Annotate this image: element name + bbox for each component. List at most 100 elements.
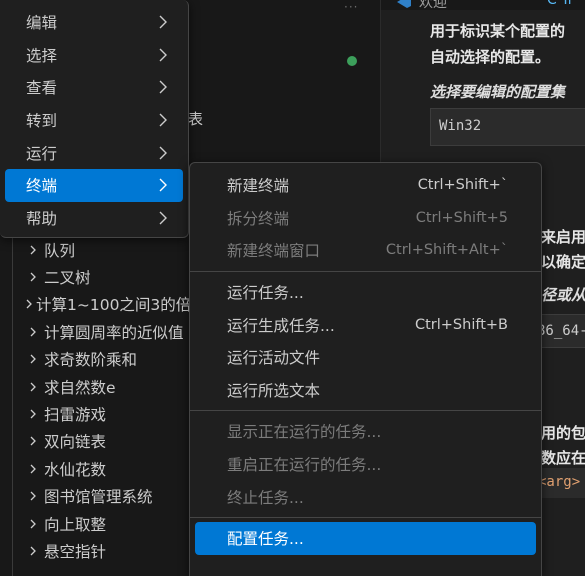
menu-item-run-task[interactable]: 运行任务... (195, 276, 536, 309)
chevron-right-icon (24, 323, 42, 341)
tree-item-folder[interactable]: 扫雷游戏 (0, 400, 190, 427)
tab-c-file[interactable]: C Tr (547, 0, 573, 8)
setting-heading: 选择要编辑的配置集 (430, 83, 566, 101)
tree-item-label: 向上取整 (44, 515, 107, 534)
menu-item-run-selected-text[interactable]: 运行所选文本 (195, 374, 536, 407)
configuration-select[interactable]: Win32 (430, 108, 585, 146)
tree-item-folder[interactable]: 队列 (0, 236, 190, 263)
menu-item-restart-running-task[interactable]: 重启正在运行的任务... (195, 448, 536, 481)
explorer-tree: 队列 二叉树 计算1~100之间3的倍 计算圆周率的近似值 求奇数阶乘和 求自然… (0, 236, 190, 576)
chevron-right-icon (24, 295, 34, 313)
menu-item-label: 新建终端窗口 (227, 242, 321, 261)
menu-item-label: 拆分终端 (227, 209, 290, 228)
chevron-right-icon (24, 241, 42, 259)
tree-item-folder[interactable]: 计算1~100之间3的倍 (0, 291, 190, 318)
menu-separator (190, 410, 541, 412)
menu-item-label: 查看 (26, 79, 58, 98)
status-dot-icon (347, 56, 357, 66)
menu-item-terminal[interactable]: 终端 (5, 168, 183, 202)
menu-item-edit[interactable]: 编辑 (5, 6, 183, 39)
setting-description: 用的包 (541, 424, 585, 442)
menu-item-run-build-task[interactable]: 运行生成任务... Ctrl+Shift+B (195, 308, 536, 341)
menu-item-split-terminal[interactable]: 拆分终端 Ctrl+Shift+5 (195, 202, 536, 235)
tree-item-label: 计算1~100之间3的倍 (36, 296, 190, 315)
menu-item-run-active-file[interactable]: 运行活动文件 (195, 341, 536, 374)
menu-item-label: 终止任务... (227, 488, 304, 507)
menu-item-label: 显示正在运行的任务... (227, 423, 382, 442)
menu-item-label: 配置任务... (227, 530, 304, 549)
editor-tabs: 欢迎 C Tr (381, 0, 585, 12)
tree-item-label: 水仙花数 (44, 460, 107, 479)
menu-item-configure-tasks[interactable]: 配置任务... (195, 521, 536, 555)
tree-item-label: 计算圆周率的近似值 (44, 323, 184, 342)
explorer-fragment-text: 表 (188, 110, 204, 128)
tree-item-folder[interactable]: 计算圆周率的近似值 (0, 318, 190, 345)
tree-item-label: 二叉树 (44, 269, 91, 288)
tree-item-folder[interactable]: 求自然数e (0, 373, 190, 400)
menu-item-label: 重启正在运行的任务... (227, 456, 382, 475)
menu-item-new-terminal[interactable]: 新建终端 Ctrl+Shift+` (195, 169, 536, 202)
chevron-right-icon (24, 542, 42, 560)
tree-item-folder[interactable]: 向上取整 (0, 510, 190, 537)
menu-item-label: 运行生成任务... (227, 316, 335, 335)
shortcut-label: Ctrl+Shift+5 (415, 209, 508, 226)
tree-item-label: 队列 (44, 241, 76, 260)
chevron-right-icon (159, 48, 167, 62)
menu-item-label: 运行所选文本 (227, 381, 321, 400)
setting-description: 自动选择的配置。 (430, 48, 551, 66)
tree-item-folder[interactable]: 水仙花数 (0, 455, 190, 482)
chevron-right-icon (24, 268, 42, 286)
chevron-right-icon (159, 15, 167, 29)
tree-item-folder[interactable]: 悬空指针 (0, 537, 190, 564)
chevron-right-icon (159, 146, 167, 160)
menu-item-label: 运行 (26, 144, 58, 163)
more-icon: ··· (344, 0, 359, 14)
chevron-right-icon (24, 432, 42, 450)
menu-item-label: 选择 (26, 46, 58, 65)
chevron-right-icon (24, 378, 42, 396)
tree-item-folder[interactable]: 二叉树 (0, 263, 190, 290)
tab-welcome[interactable]: 欢迎 (395, 0, 447, 12)
chevron-right-icon (159, 80, 167, 94)
menu-item-view[interactable]: 查看 (5, 71, 183, 104)
tab-welcome-label: 欢迎 (419, 0, 447, 11)
setting-description: 来启用 (541, 228, 585, 246)
menu-item-show-running-tasks[interactable]: 显示正在运行的任务... (195, 415, 536, 448)
menu-item-terminate-task[interactable]: 终止任务... (195, 480, 536, 513)
menu-item-label: 运行任务... (227, 284, 304, 303)
tree-item-label: 求奇数阶乘和 (44, 351, 138, 370)
menu-item-go[interactable]: 转到 (5, 104, 183, 137)
setting-description: 用于标识某个配置的 (430, 22, 566, 40)
shortcut-label: Ctrl+Shift+B (414, 316, 508, 333)
chevron-right-icon (24, 405, 42, 423)
vscode-logo-icon (397, 0, 411, 8)
tree-item-label: 扫雷游戏 (44, 406, 107, 425)
tree-item-label: 图书馆管理系统 (44, 488, 153, 507)
menu-item-label: 运行活动文件 (227, 349, 321, 368)
tree-item-folder[interactable]: 图书馆管理系统 (0, 483, 190, 510)
menu-separator (190, 270, 541, 272)
tree-item-label: 悬空指针 (44, 542, 107, 561)
setting-heading: 径或从 (541, 286, 585, 304)
setting-description: 以确定 (541, 253, 585, 271)
menu-item-run[interactable]: 运行 (5, 136, 183, 169)
tree-item-label: 求自然数e (44, 378, 116, 397)
terminal-submenu: 新建终端 Ctrl+Shift+` 拆分终端 Ctrl+Shift+5 新建终端… (189, 162, 542, 576)
menu-item-help[interactable]: 帮助 (5, 202, 183, 235)
menu-item-new-terminal-window[interactable]: 新建终端窗口 Ctrl+Shift+Alt+` (195, 234, 536, 267)
menu-item-label: 终端 (26, 177, 58, 196)
tree-indent-guide (12, 236, 13, 576)
tree-item-folder[interactable]: 双向链表 (0, 428, 190, 455)
chevron-right-icon (24, 487, 42, 505)
menu-item-label: 转到 (26, 112, 58, 131)
chevron-right-icon (24, 515, 42, 533)
setting-description: 数应在 (541, 449, 585, 467)
menu-item-selection[interactable]: 选择 (5, 39, 183, 72)
menu-item-label: 帮助 (26, 209, 58, 228)
menu-item-label: 编辑 (26, 14, 58, 33)
tree-item-label: 双向链表 (44, 433, 107, 452)
main-menu: 编辑 选择 查看 转到 运行 终端 帮助 (0, 0, 189, 238)
chevron-right-icon (159, 178, 167, 192)
shortcut-label: Ctrl+Shift+Alt+` (385, 242, 508, 259)
tree-item-folder[interactable]: 求奇数阶乘和 (0, 346, 190, 373)
